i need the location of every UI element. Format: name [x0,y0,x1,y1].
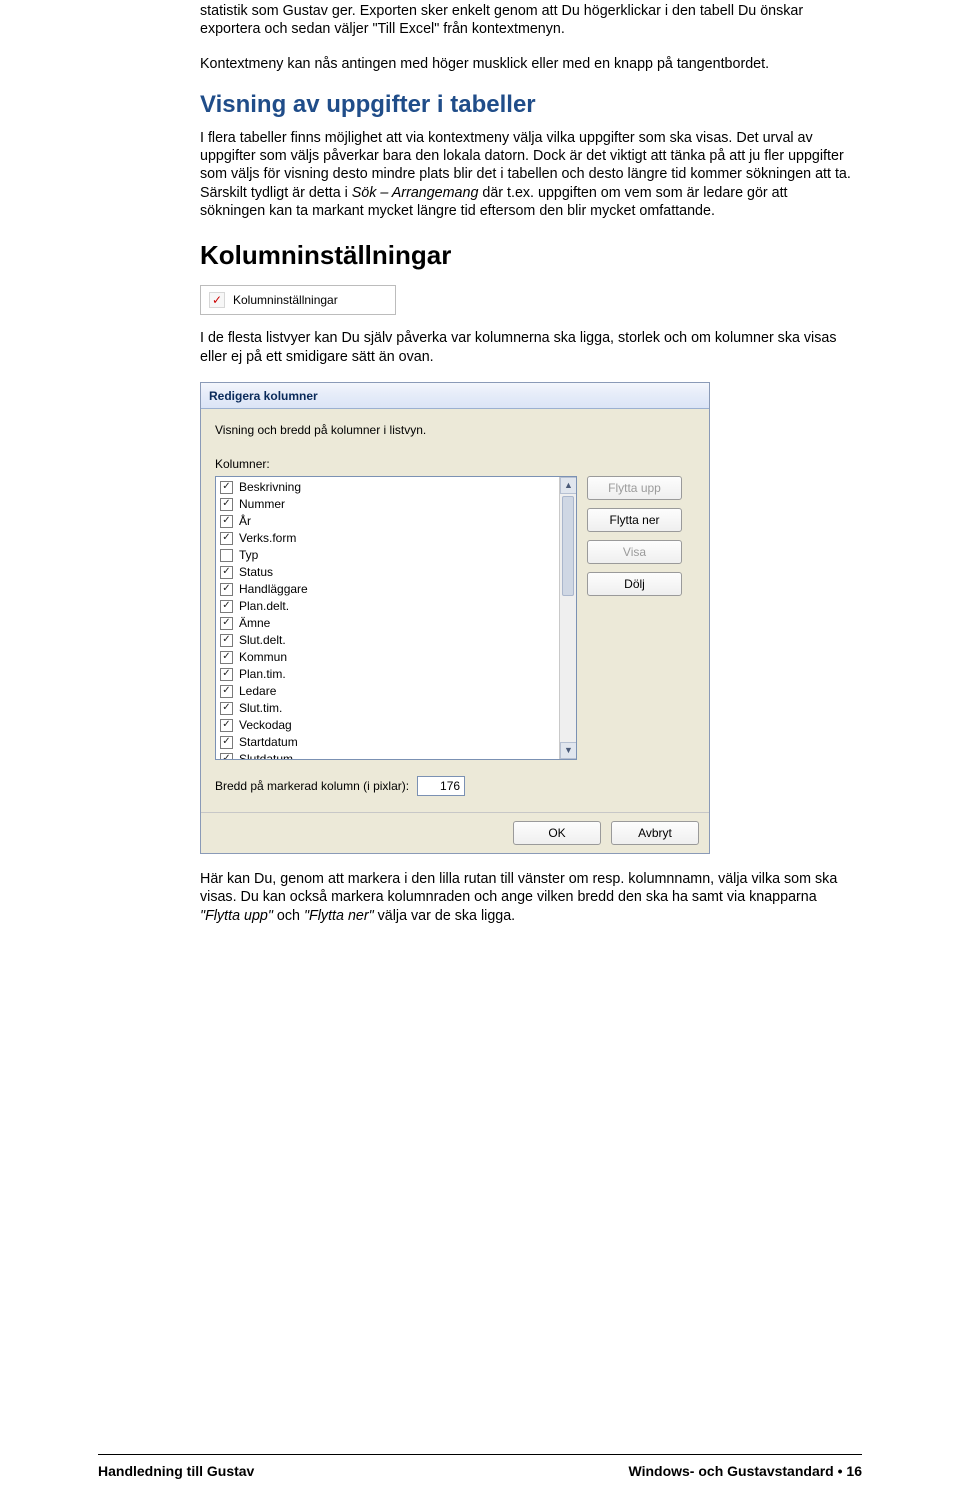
scroll-thumb[interactable] [562,496,574,596]
footer-rule [98,1454,862,1455]
dialog-description: Visning och bredd på kolumner i listvyn. [215,423,695,437]
heading-visning: Visning av uppgifter i tabeller [200,91,855,119]
list-item[interactable]: ✓ Slut.delt. [216,632,576,649]
flytta-upp-button[interactable]: Flytta upp [587,476,682,500]
list-item[interactable]: ✓ Startdatum [216,734,576,751]
list-item-label: Handläggare [239,582,308,596]
p4-text-a: Här kan Du, genom att markera i den lill… [200,871,837,905]
list-item[interactable]: ✓ Nummer [216,496,576,513]
list-item-label: Status [239,565,273,579]
list-item[interactable]: ✓ Ledare [216,683,576,700]
checkbox-icon[interactable]: ✓ [220,481,233,494]
list-item[interactable]: ✓ År [216,513,576,530]
checkbox-icon[interactable]: ✓ [220,651,233,664]
list-item-label: Startdatum [239,735,298,749]
redigera-kolumner-dialog: Redigera kolumner Visning och bredd på k… [200,382,710,854]
checkbox-icon[interactable]: ✓ [220,600,233,613]
ok-button[interactable]: OK [513,821,601,845]
checkbox-icon[interactable]: ✓ [220,532,233,545]
list-item[interactable]: ✓ Plan.delt. [216,598,576,615]
visning-paragraph: I flera tabeller finns möjlighet att via… [200,129,855,220]
heading-kolumninstallningar: Kolumninställningar [200,240,855,271]
checkbox-icon[interactable]: ✓ [220,566,233,579]
checkbox-icon[interactable]: ✓ [220,617,233,630]
checkbox-icon[interactable]: ✓ [220,498,233,511]
intro-paragraph-1: statistik som Gustav ger. Exporten sker … [200,2,855,39]
p4-text-c: välja var de ska ligga. [374,908,515,924]
visa-button[interactable]: Visa [587,540,682,564]
kolumner-label: Kolumner: [215,457,695,471]
list-item[interactable]: ✓ Ämne [216,615,576,632]
p4-italic-1: "Flytta upp" [200,908,273,924]
flytta-ner-button[interactable]: Flytta ner [587,508,682,532]
list-item-label: Plan.delt. [239,599,289,613]
width-input[interactable] [417,776,465,796]
checkbox-icon[interactable]: ✓ [220,515,233,528]
p4-text-b: och [273,908,304,924]
list-item-label: Slutdatum [239,752,293,760]
footer-right: Windows- och Gustavstandard16 [629,1463,863,1479]
list-item[interactable]: ✓ Veckodag [216,717,576,734]
scrollbar[interactable]: ▲▼ [559,477,576,759]
p2-italic-1: Sök – Arrangemang [352,185,483,201]
mini-bar-label: Kolumninställningar [233,293,338,307]
check-icon: ✓ [209,292,225,308]
list-item-label: Verks.form [239,531,296,545]
list-item[interactable]: ✓ Verks.form [216,530,576,547]
list-item[interactable]: Typ [216,547,576,564]
list-item-label: Ledare [239,684,276,698]
list-item-label: Kommun [239,650,287,664]
list-item-label: Slut.tim. [239,701,282,715]
list-item[interactable]: ✓ Slutdatum [216,751,576,760]
checkbox-icon[interactable]: ✓ [220,634,233,647]
list-item-label: Veckodag [239,718,292,732]
list-item-label: Ämne [239,616,270,630]
dialog-title: Redigera kolumner [201,383,709,409]
page-footer: Handledning till Gustav Windows- och Gus… [98,1463,862,1479]
checkbox-icon[interactable]: ✓ [220,583,233,596]
kolumn-paragraph: I de flesta listvyer kan Du själv påverk… [200,329,855,366]
checkbox-icon[interactable]: ✓ [220,719,233,732]
list-item-label: Beskrivning [239,480,301,494]
kolumninstallningar-button-screenshot: ✓ Kolumninställningar [200,285,396,315]
checkbox-icon[interactable] [220,549,233,562]
list-item-label: Slut.delt. [239,633,286,647]
checkbox-icon[interactable]: ✓ [220,736,233,749]
list-item[interactable]: ✓ Plan.tim. [216,666,576,683]
footer-page-number: 16 [834,1463,862,1479]
kolumner-listbox[interactable]: ✓ Beskrivning ✓ Nummer ✓ År ✓ Verks.form Typ ✓ Sta… [215,476,577,760]
list-item-label: Plan.tim. [239,667,286,681]
checkbox-icon[interactable]: ✓ [220,685,233,698]
footer-right-title: Windows- och Gustavstandard [629,1463,834,1479]
footer-left: Handledning till Gustav [98,1463,254,1479]
list-item[interactable]: ✓ Beskrivning [216,479,576,496]
checkbox-icon[interactable]: ✓ [220,753,233,760]
list-item-label: Typ [239,548,258,562]
list-item[interactable]: ✓ Kommun [216,649,576,666]
list-item[interactable]: ✓ Status [216,564,576,581]
list-item-label: Nummer [239,497,285,511]
after-dialog-paragraph: Här kan Du, genom att markera i den lill… [200,870,855,925]
dolj-button[interactable]: Dölj [587,572,682,596]
intro-paragraph-2: Kontextmeny kan nås antingen med höger m… [200,55,855,73]
list-item[interactable]: ✓ Handläggare [216,581,576,598]
scroll-down-icon[interactable]: ▼ [560,742,577,759]
list-item[interactable]: ✓ Slut.tim. [216,700,576,717]
width-label: Bredd på markerad kolumn (i pixlar): [215,779,409,793]
avbryt-button[interactable]: Avbryt [611,821,699,845]
checkbox-icon[interactable]: ✓ [220,702,233,715]
scroll-up-icon[interactable]: ▲ [560,477,577,494]
list-item-label: År [239,514,251,528]
checkbox-icon[interactable]: ✓ [220,668,233,681]
p4-italic-2: "Flytta ner" [304,908,374,924]
